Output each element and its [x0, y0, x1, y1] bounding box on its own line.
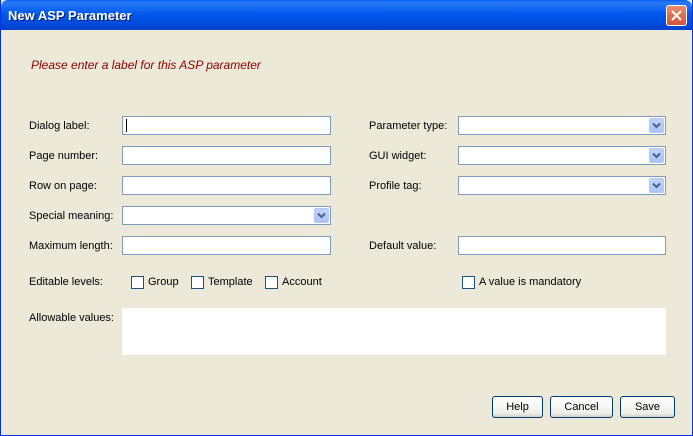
page-number-input[interactable]: [122, 146, 331, 165]
special-meaning-label: Special meaning:: [29, 210, 114, 222]
chevron-down-icon: [652, 152, 661, 159]
cancel-button[interactable]: Cancel: [550, 396, 613, 418]
chevron-down-icon: [317, 212, 326, 219]
template-checkbox[interactable]: [191, 276, 204, 289]
save-button-label: Save: [634, 401, 661, 413]
special-meaning-dropdown-button[interactable]: [314, 208, 329, 223]
page-number-label: Page number:: [29, 150, 99, 162]
special-meaning-select[interactable]: [122, 206, 331, 225]
gui-widget-dropdown-button[interactable]: [649, 148, 664, 163]
close-icon: [671, 10, 682, 21]
maximum-length-label: Maximum length:: [29, 240, 113, 252]
close-button[interactable]: [666, 5, 687, 26]
cancel-button-label: Cancel: [564, 401, 599, 413]
editable-levels-label: Editable levels:: [29, 276, 103, 288]
dialog-label-label: Dialog label:: [29, 120, 90, 132]
mandatory-checkbox-label[interactable]: A value is mandatory: [479, 276, 581, 288]
default-value-input[interactable]: [458, 236, 666, 255]
parameter-type-select[interactable]: [458, 116, 666, 135]
gui-widget-select[interactable]: [458, 146, 666, 165]
account-checkbox[interactable]: [265, 276, 278, 289]
row-on-page-input[interactable]: [122, 176, 331, 195]
prompt-message: Please enter a label for this ASP parame…: [31, 58, 261, 72]
allowable-values-textarea[interactable]: [122, 308, 666, 355]
template-checkbox-label[interactable]: Template: [208, 276, 253, 288]
parameter-type-label: Parameter type:: [369, 120, 448, 132]
profile-tag-dropdown-button[interactable]: [649, 178, 664, 193]
gui-widget-label: GUI widget:: [369, 150, 427, 162]
profile-tag-label: Profile tag:: [369, 180, 422, 192]
row-on-page-label: Row on page:: [29, 180, 97, 192]
mandatory-checkbox[interactable]: [462, 276, 475, 289]
dialog-window: New ASP Parameter Please enter a label f…: [0, 0, 693, 436]
chevron-down-icon: [652, 182, 661, 189]
account-checkbox-label[interactable]: Account: [282, 276, 322, 288]
maximum-length-input[interactable]: [122, 236, 331, 255]
allowable-values-label: Allowable values:: [29, 312, 114, 324]
default-value-label: Default value:: [369, 240, 437, 252]
parameter-type-dropdown-button[interactable]: [649, 118, 664, 133]
text-caret: [126, 119, 127, 132]
help-button[interactable]: Help: [492, 396, 543, 418]
group-checkbox-label[interactable]: Group: [148, 276, 179, 288]
save-button[interactable]: Save: [620, 396, 675, 418]
dialog-label-input[interactable]: [122, 116, 331, 135]
group-checkbox[interactable]: [131, 276, 144, 289]
title-bar[interactable]: New ASP Parameter: [1, 0, 692, 30]
profile-tag-select[interactable]: [458, 176, 666, 195]
help-button-label: Help: [506, 401, 529, 413]
chevron-down-icon: [652, 122, 661, 129]
window-title: New ASP Parameter: [8, 8, 132, 23]
